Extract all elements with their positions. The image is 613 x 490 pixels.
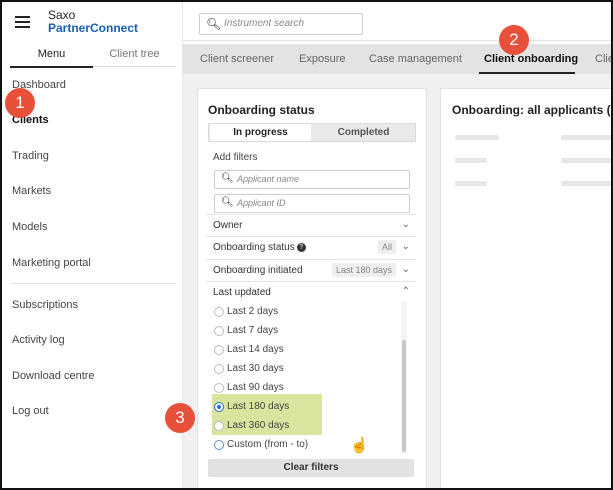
sidebar-item-marketing-portal[interactable]: Marketing portal — [12, 257, 91, 269]
onboarding-initiated-value: Last 180 days — [331, 263, 396, 277]
tab-case-management[interactable]: Case management — [369, 53, 462, 65]
app-window: Saxo PartnerConnect Menu Client tree Das… — [0, 0, 613, 490]
segment-completed[interactable]: Completed — [312, 124, 415, 141]
brand-product: PartnerConnect — [48, 21, 139, 35]
add-filters-label: Add filters — [213, 152, 258, 163]
applicants-title: Onboarding: all applicants (2) — [452, 103, 613, 117]
applicant-name-input[interactable]: 🔍︎ Applicant name — [214, 170, 410, 189]
sidebar-item-activity-log[interactable]: Activity log — [12, 334, 65, 346]
info-icon[interactable]: ? — [296, 242, 306, 252]
step-badge-2: 2 — [499, 25, 529, 55]
chevron-up-icon: ⌃ — [401, 286, 410, 297]
sidebar: Saxo PartnerConnect Menu Client tree Das… — [2, 2, 183, 488]
owner-filter[interactable]: Owner ⌄ — [206, 214, 416, 237]
last-updated-label: Last updated — [213, 287, 271, 298]
clear-filters-button[interactable]: Clear filters — [208, 459, 414, 477]
last-updated-filter[interactable]: Last updated ⌃ — [206, 281, 416, 304]
radio-button[interactable] — [214, 307, 224, 317]
options-scrollbar[interactable] — [401, 301, 407, 454]
search-icon: 🔍︎ — [221, 197, 234, 208]
table-header-cell — [561, 135, 611, 140]
step-badge-3: 3 — [165, 403, 195, 433]
radio-button[interactable] — [214, 345, 224, 355]
table-header-cell — [455, 135, 499, 140]
onboarding-status-value: All — [377, 240, 396, 254]
tab-clients-truncated[interactable]: Clie — [595, 53, 611, 65]
status-segmented-control: In progress Completed — [208, 123, 416, 142]
header-divider — [183, 40, 611, 41]
onboarding-status-filter[interactable]: Onboarding status? All ⌄ — [206, 236, 416, 259]
table-cell — [455, 158, 487, 163]
main-tab-bar: Client screener Exposure Case management… — [183, 44, 611, 74]
sidebar-item-download-centre[interactable]: Download centre — [12, 370, 95, 382]
chevron-down-icon: ⌄ — [401, 241, 410, 252]
table-cell — [455, 181, 487, 186]
chevron-down-icon: ⌄ — [401, 264, 410, 275]
hamburger-menu-icon[interactable] — [15, 16, 30, 31]
onboarding-initiated-label: Onboarding initiated — [213, 265, 303, 276]
sidebar-item-markets[interactable]: Markets — [12, 185, 51, 197]
applicant-id-input[interactable]: 🔍︎ Applicant ID — [214, 194, 410, 213]
panel-title: Onboarding status — [208, 103, 315, 117]
sidebar-item-subscriptions[interactable]: Subscriptions — [12, 299, 78, 311]
applicants-panel: Onboarding: all applicants (2) — [440, 88, 613, 488]
radio-button-selected[interactable] — [214, 402, 224, 412]
table-cell — [561, 158, 611, 163]
radio-button[interactable] — [214, 440, 224, 450]
tab-exposure[interactable]: Exposure — [299, 53, 345, 65]
chevron-down-icon: ⌄ — [401, 219, 410, 230]
sidebar-item-log-out[interactable]: Log out — [12, 405, 49, 417]
search-icon: 🔍︎ — [221, 173, 234, 184]
radio-button[interactable] — [214, 383, 224, 393]
brand-name: Saxo — [48, 8, 76, 22]
radio-button[interactable] — [214, 421, 224, 431]
sidebar-tabs: Menu Client tree — [10, 46, 176, 68]
radio-button[interactable] — [214, 326, 224, 336]
search-icon: 🔍︎ — [206, 17, 222, 31]
onboarding-status-panel: Onboarding status In progress Completed … — [197, 88, 427, 488]
tab-client-screener[interactable]: Client screener — [200, 53, 274, 65]
tab-menu[interactable]: Menu — [10, 46, 93, 68]
scrollbar-thumb[interactable] — [402, 340, 406, 452]
tab-client-onboarding[interactable]: Client onboarding — [484, 53, 578, 65]
table-cell — [561, 181, 611, 186]
onboarding-initiated-filter[interactable]: Onboarding initiated Last 180 days ⌄ — [206, 259, 416, 282]
search-placeholder: Instrument search — [224, 18, 305, 29]
applicant-name-placeholder: Applicant name — [237, 174, 300, 184]
onboarding-status-label: Onboarding status? — [213, 242, 306, 253]
step-badge-1: 1 — [5, 88, 35, 118]
applicant-id-placeholder: Applicant ID — [237, 198, 286, 208]
instrument-search-input[interactable]: 🔍︎ Instrument search — [199, 13, 363, 35]
tab-client-tree[interactable]: Client tree — [93, 46, 176, 67]
owner-label: Owner — [213, 220, 243, 231]
radio-button[interactable] — [214, 364, 224, 374]
sidebar-item-trading[interactable]: Trading — [12, 150, 49, 162]
sidebar-divider — [10, 283, 176, 284]
segment-in-progress[interactable]: In progress — [210, 124, 311, 141]
sidebar-item-models[interactable]: Models — [12, 221, 47, 233]
hand-cursor-icon: ☝ — [350, 437, 369, 454]
